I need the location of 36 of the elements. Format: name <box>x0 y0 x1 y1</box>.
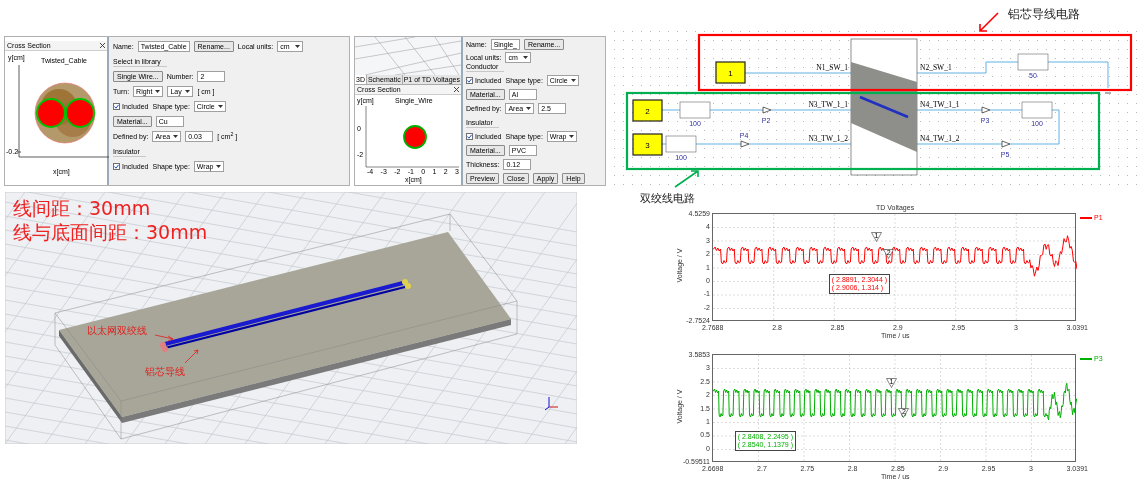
probe-icon <box>740 140 750 148</box>
port-block[interactable]: 3 <box>632 133 663 156</box>
caption: 线与底面间距：30mm <box>13 220 208 244</box>
close-icon <box>454 87 459 92</box>
caret-icon <box>523 56 529 59</box>
caret-icon <box>216 165 222 168</box>
single-wire-cross-section <box>403 125 427 149</box>
twisted-cable-cross-section <box>34 82 96 144</box>
caret-icon <box>526 107 532 110</box>
caret-icon <box>185 90 191 93</box>
callout-label: 铝芯导线电路 <box>1008 7 1080 21</box>
port-block[interactable]: 1 <box>715 61 746 84</box>
callout-label: 铝芯导线 <box>145 365 185 379</box>
checkbox[interactable] <box>113 163 120 170</box>
probe-icon <box>1001 140 1011 148</box>
callout-arrow <box>979 12 999 32</box>
caret-icon <box>295 45 301 48</box>
checkbox[interactable] <box>466 133 473 140</box>
caption: 线间距：30mm <box>13 196 152 220</box>
callout-arrow <box>154 334 174 342</box>
caret-icon <box>570 79 576 82</box>
probe-icon <box>981 106 991 114</box>
checkbox[interactable] <box>466 77 473 84</box>
callout-label: 以太网双绞线 <box>87 324 147 338</box>
caret-icon <box>155 90 161 93</box>
axes-icon <box>544 396 559 411</box>
caret-icon <box>569 135 575 138</box>
callout-arrow <box>184 349 199 364</box>
caret-icon <box>173 135 179 138</box>
probe-icon <box>762 106 772 114</box>
callout-arrow <box>674 170 699 188</box>
close-icon <box>100 43 105 48</box>
port-block[interactable]: 2 <box>632 99 663 122</box>
checkbox[interactable] <box>113 103 120 110</box>
caret-icon <box>217 105 223 108</box>
callout-label: 双绞线电路 <box>640 192 695 205</box>
